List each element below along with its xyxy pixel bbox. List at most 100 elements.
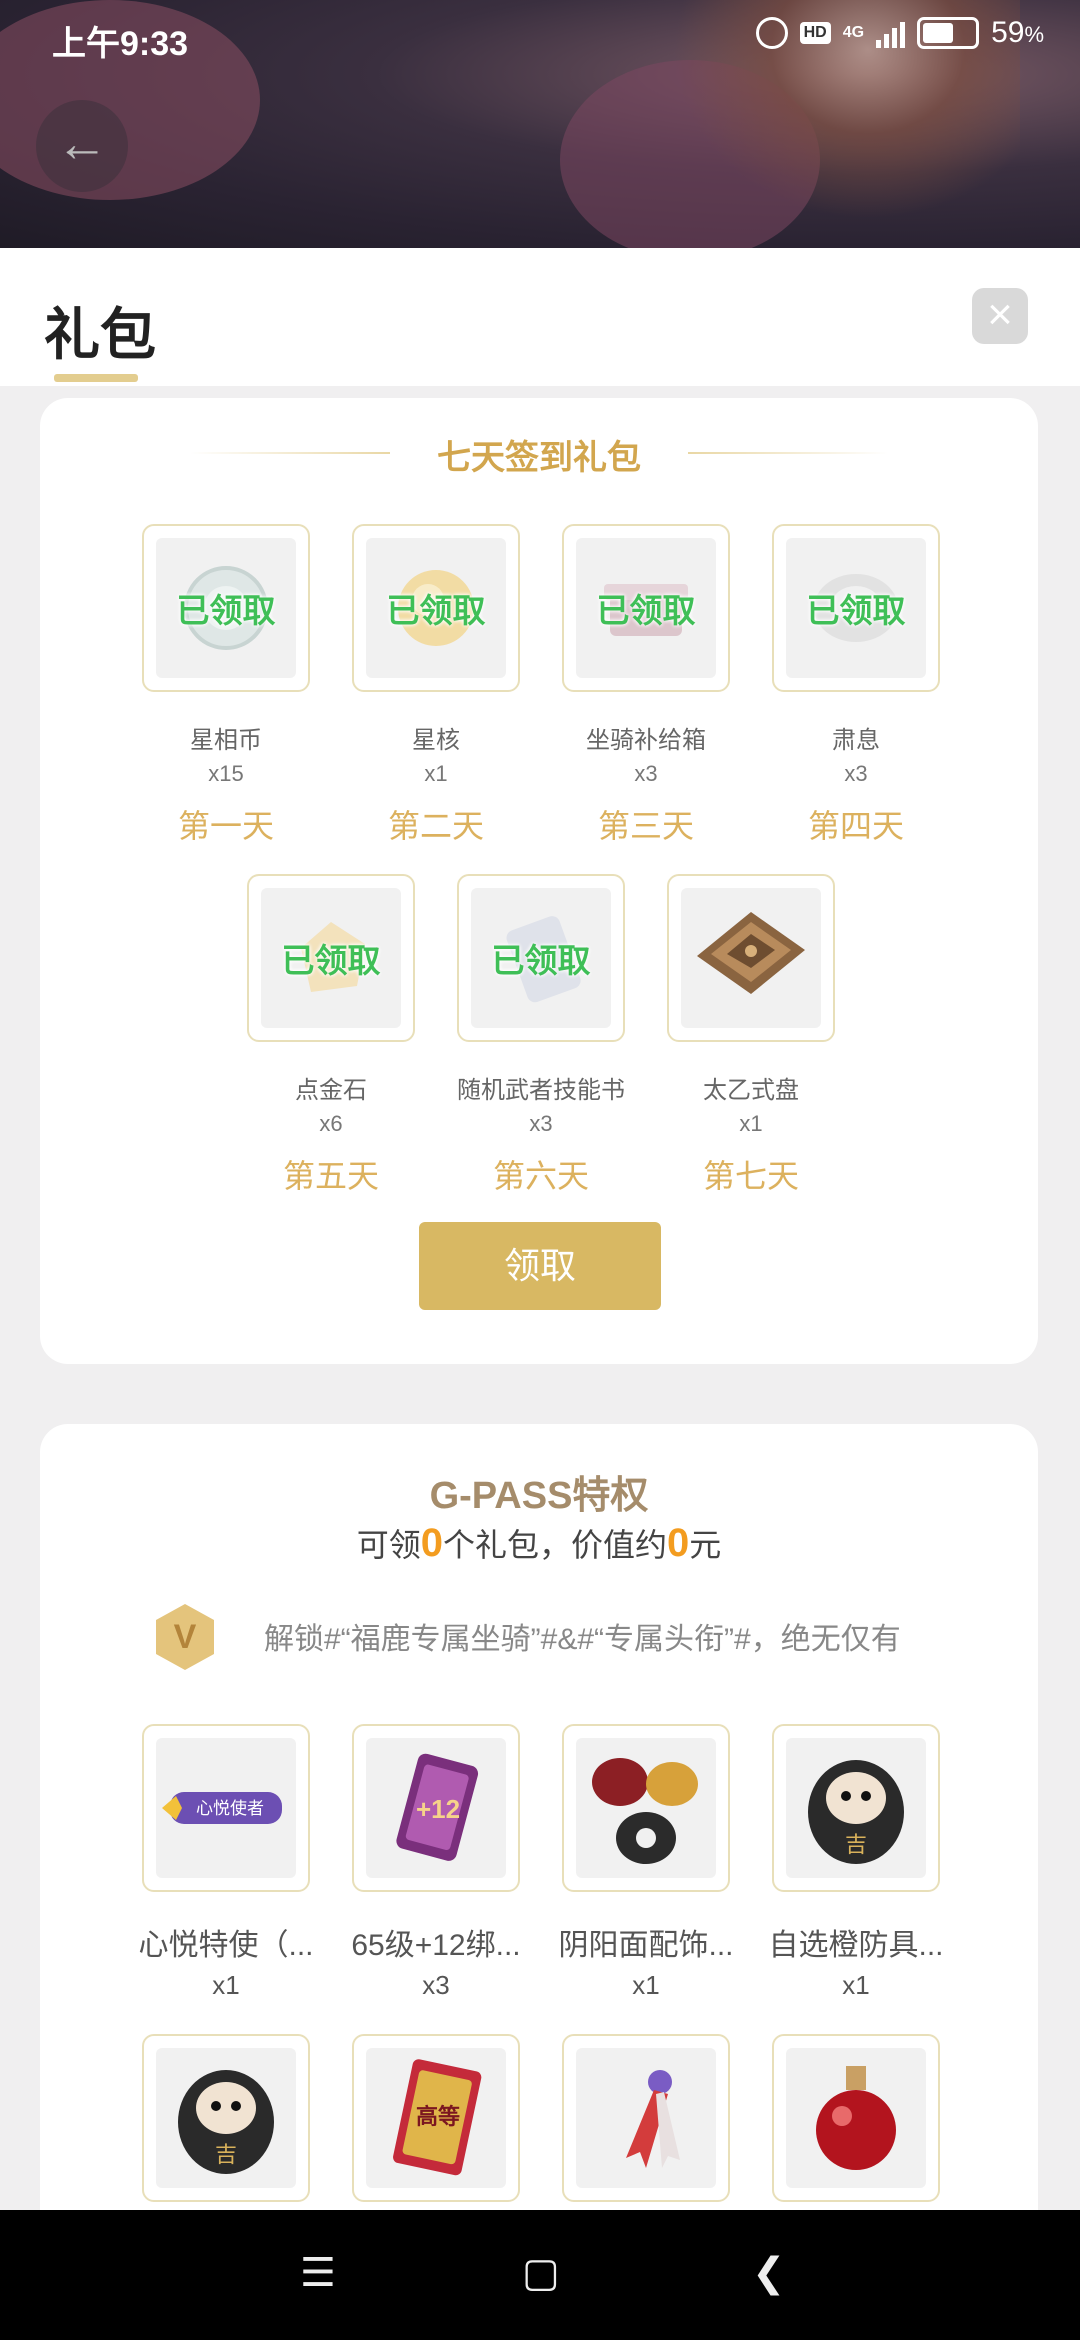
gpass-sub-suffix: 元	[689, 1527, 722, 1563]
item-name: 太乙式盘	[703, 1077, 799, 1104]
item-tile: 已领取	[142, 524, 310, 692]
checkin-title: 七天签到礼包	[40, 430, 1038, 479]
claimed-label: 已领取	[596, 592, 696, 629]
item-tile: 已领取	[562, 524, 730, 692]
status-bar: 上午9:33 HD 4G 59%	[0, 16, 1080, 63]
vip-badge-letter: V	[174, 1618, 197, 1656]
menu-icon[interactable]: ☰	[300, 2250, 336, 2296]
panel-header: 礼包 ×	[0, 248, 1080, 386]
item-name: 星相币	[190, 727, 262, 754]
item-qty: x1	[842, 1970, 870, 2000]
title-underline	[54, 374, 138, 382]
gpass-item[interactable]: 吉 自选橙防具... x1	[751, 1724, 961, 2001]
signal-icon	[876, 18, 906, 48]
high-grade-text: 高等	[416, 2104, 460, 2130]
item-day: 第二天	[387, 808, 484, 844]
claimed-label: 已领取	[491, 942, 591, 979]
claimed-label: 已领取	[386, 592, 486, 629]
item-tile: 已领取	[247, 874, 415, 1042]
item-name: 心悦特使（...	[138, 1929, 314, 1962]
checkin-title-text: 七天签到礼包	[437, 439, 641, 477]
network-label: 4G	[842, 24, 865, 41]
item-tile: 吉	[142, 2034, 310, 2202]
item-name: 65级+12绑...	[351, 1929, 521, 1962]
daruma-text: 吉	[215, 2143, 237, 2168]
item-qty: x1	[212, 1970, 240, 2000]
item-name: 随机武者技能书	[457, 1077, 625, 1104]
gift-value: 0	[667, 1521, 690, 1565]
gpass-item[interactable]: +12 65级+12绑... x3	[331, 1724, 541, 2001]
scroll-plus12-icon: +12	[396, 1753, 479, 1861]
item-tile	[667, 874, 835, 1042]
daruma-icon: 吉	[178, 2070, 274, 2174]
gpass-summary: 可领0个礼包，价值约0元	[40, 1520, 1038, 1566]
status-time: 上午9:33	[52, 25, 189, 63]
system-nav-bar: ☰ ▢ ❮	[0, 2210, 1080, 2340]
home-icon[interactable]: ▢	[522, 2250, 560, 2296]
claimed-label: 已领取	[176, 592, 276, 629]
divider-line	[190, 452, 390, 454]
item-qty: x3	[422, 1970, 450, 2000]
daruma-text: 吉	[845, 1833, 867, 1858]
gpass-card: G-PASS特权 可领0个礼包，价值约0元 V 解锁#“福鹿专属坐骑”#&#“专…	[40, 1424, 1038, 2244]
arrow-left-icon: ←	[56, 115, 108, 173]
checkin-item-day6[interactable]: 已领取 随机武者技能书 x3 第六天	[436, 874, 646, 1197]
item-day: 第四天	[807, 808, 904, 844]
item-tile	[562, 1724, 730, 1892]
checkin-item-day5[interactable]: 已领取 点金石 x6 第五天	[226, 874, 436, 1197]
item-name: 阴阳面配饰...	[558, 1929, 734, 1962]
gpass-description: 解锁#“福鹿专属坐骑”#&#“专属头衔”#，绝无仅有	[264, 1623, 901, 1656]
gpass-sub-middle: 个礼包，价值约	[442, 1527, 667, 1563]
gpass-item[interactable]: 心悦使者 心悦特使（... x1	[121, 1724, 331, 2001]
checkin-item-day1[interactable]: 已领取 星相币 x15 第一天	[121, 524, 331, 847]
item-name: 点金石	[295, 1077, 367, 1104]
item-name: 自选橙防具...	[768, 1929, 944, 1962]
close-icon: ×	[987, 290, 1013, 339]
item-day: 第七天	[702, 1158, 799, 1194]
title-badge-icon: 心悦使者	[162, 1792, 282, 1824]
title-badge-text: 心悦使者	[196, 1798, 264, 1819]
page-title: 礼包	[44, 303, 156, 366]
item-tile: 吉	[772, 1724, 940, 1892]
checkin-card: 七天签到礼包 已领取 星相币 x15 第一天 已领取 星核 x1 第二天 已领取…	[40, 398, 1038, 1364]
game-banner: 上午9:33 HD 4G 59% ←	[0, 0, 1080, 248]
close-button[interactable]: ×	[972, 288, 1028, 344]
ribbon-charm-icon	[626, 2070, 680, 2168]
claimed-label: 已领取	[281, 942, 381, 979]
compass-plate-icon	[697, 912, 805, 994]
divider-line	[688, 452, 888, 454]
item-qty: x3	[634, 761, 658, 786]
item-qty: x15	[208, 761, 244, 786]
item-qty: x3	[529, 1111, 553, 1136]
gpass-item[interactable]: 高等	[331, 2034, 541, 2202]
claimed-label: 已领取	[806, 592, 906, 629]
item-tile: 已领取	[457, 874, 625, 1042]
gpass-item[interactable]: 阴阳面配饰... x1	[541, 1724, 751, 2001]
checkin-item-day2[interactable]: 已领取 星核 x1 第二天	[331, 524, 541, 847]
item-day: 第三天	[597, 808, 694, 844]
back-icon[interactable]: ❮	[752, 2250, 786, 2296]
item-tile: +12	[352, 1724, 520, 1892]
item-qty: x3	[844, 761, 868, 786]
alarm-icon	[755, 17, 788, 49]
item-tile: 已领取	[772, 524, 940, 692]
gpass-item[interactable]: 吉	[121, 2034, 331, 2202]
back-button[interactable]: ←	[36, 100, 128, 192]
gift-count: 0	[420, 1521, 443, 1565]
item-tile: 已领取	[352, 524, 520, 692]
claim-button[interactable]: 领取	[419, 1222, 661, 1310]
item-name: 坐骑补给箱	[586, 727, 706, 754]
checkin-item-day4[interactable]: 已领取 肃息 x3 第四天	[751, 524, 961, 847]
vip-badge-icon: V	[156, 1604, 214, 1670]
gpass-title: G-PASS特权	[429, 1475, 649, 1517]
gpass-sub-prefix: 可领	[356, 1527, 421, 1563]
checkin-item-day3[interactable]: 已领取 坐骑补给箱 x3 第三天	[541, 524, 751, 847]
battery-unit: %	[1024, 22, 1044, 47]
gpass-item[interactable]	[541, 2034, 751, 2202]
item-qty: x6	[319, 1111, 343, 1136]
red-potion-icon	[816, 2066, 896, 2170]
checkin-item-day7[interactable]: 太乙式盘 x1 第七天	[646, 874, 856, 1197]
gpass-item[interactable]	[751, 2034, 961, 2202]
item-tile	[562, 2034, 730, 2202]
item-qty: x1	[424, 761, 448, 786]
